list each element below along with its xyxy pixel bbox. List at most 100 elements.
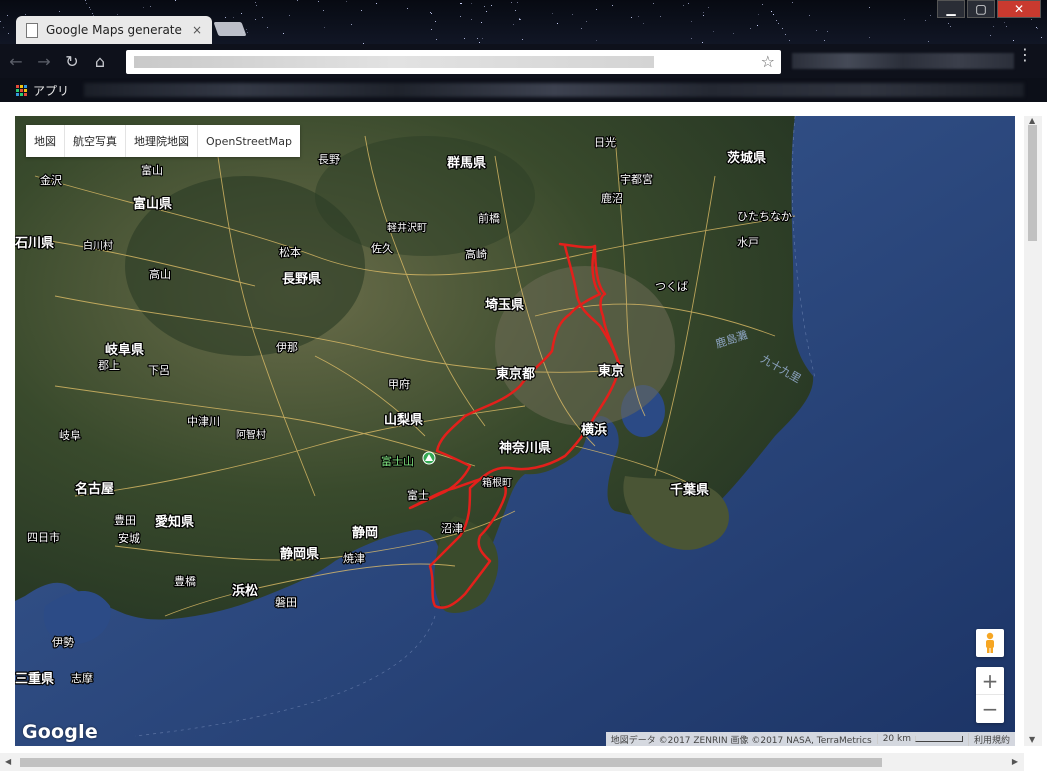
scroll-up-icon[interactable]: ▲ <box>1029 116 1035 125</box>
map-imagery: 群馬県 茨城県 日光 宇都宮 鹿沼 前橋 ひたちなか 水戸 軽井沢町 高崎 佐久… <box>15 116 1015 746</box>
star-dot <box>431 29 432 30</box>
vertical-scroll-thumb[interactable] <box>1028 125 1037 241</box>
label-hitachinaka: ひたちなか <box>737 210 792 223</box>
apps-shortcut[interactable]: アプリ <box>16 82 69 99</box>
star-dot <box>1006 26 1007 27</box>
star-dot <box>782 28 783 29</box>
star-dot <box>778 23 779 24</box>
star-dot <box>0 21 1 22</box>
horizontal-scroll-thumb[interactable] <box>20 758 882 767</box>
new-tab-button[interactable] <box>213 22 247 36</box>
star-dot <box>785 34 786 35</box>
scale-control[interactable]: 20 km <box>876 734 968 744</box>
back-icon[interactable]: ← <box>4 49 28 73</box>
star-dot <box>869 7 870 8</box>
star-dot <box>1036 27 1037 28</box>
zoom-in-button[interactable]: + <box>976 667 1004 694</box>
star-dot <box>683 5 684 6</box>
bookmarks-bar: アプリ <box>0 78 1047 102</box>
star-dot <box>758 14 759 15</box>
zoom-out-button[interactable]: − <box>976 695 1004 722</box>
map-type-gsi[interactable]: 地理院地図 <box>126 125 198 157</box>
star-dot <box>773 14 774 15</box>
scroll-left-icon[interactable]: ◀ <box>5 757 11 766</box>
maximize-button[interactable]: ▢ <box>967 0 995 18</box>
star-dot <box>471 19 472 20</box>
star-dot <box>827 31 828 32</box>
scroll-right-icon[interactable]: ▶ <box>1012 757 1018 766</box>
star-dot <box>596 40 597 41</box>
map-canvas[interactable]: 群馬県 茨城県 日光 宇都宮 鹿沼 前橋 ひたちなか 水戸 軽井沢町 高崎 佐久… <box>15 116 1015 746</box>
label-chiba: 千葉県 <box>670 482 709 498</box>
minimize-button[interactable]: ▁ <box>937 0 965 18</box>
star-dot <box>255 19 256 20</box>
star-dot <box>691 21 692 22</box>
star-dot <box>175 0 176 1</box>
map-type-roadmap[interactable]: 地図 <box>26 125 65 157</box>
star-dot <box>283 33 284 34</box>
star-dot <box>241 13 242 14</box>
label-takayama: 高山 <box>149 267 171 281</box>
address-blur <box>134 56 654 68</box>
apps-label: アプリ <box>33 83 70 98</box>
star-dot <box>297 0 298 1</box>
star-dot <box>572 14 573 15</box>
star-dot <box>515 10 516 11</box>
map-type-osm[interactable]: OpenStreetMap <box>198 125 300 157</box>
label-yokohama: 横浜 <box>581 422 607 438</box>
close-window-button[interactable]: ✕ <box>997 0 1041 18</box>
label-shizuoka-pref: 静岡県 <box>280 546 319 562</box>
star-dot <box>925 20 926 21</box>
bookmark-star-icon[interactable]: ☆ <box>761 52 775 71</box>
star-dot <box>247 32 248 33</box>
star-dot <box>1041 37 1042 38</box>
home-icon[interactable]: ⌂ <box>88 49 112 73</box>
star-dot <box>324 27 325 28</box>
browser-toolbar: ← → ↻ ⌂ ☆ ⋮ <box>0 44 1047 78</box>
star-dot <box>246 29 247 30</box>
star-dot <box>323 10 324 11</box>
label-toyama-city: 富山 <box>141 163 163 177</box>
star-dot <box>809 15 810 16</box>
star-dot <box>482 38 483 39</box>
star-dot <box>816 30 817 31</box>
label-ina: 伊那 <box>276 341 298 354</box>
star-dot <box>407 8 408 9</box>
star-dot <box>1031 19 1032 20</box>
star-dot <box>750 28 751 29</box>
menu-icon[interactable]: ⋮ <box>1017 47 1033 63</box>
label-gero: 下呂 <box>148 364 170 377</box>
forward-icon[interactable]: → <box>32 49 56 73</box>
zoom-control: + − <box>976 667 1004 723</box>
star-dot <box>90 9 91 10</box>
reload-icon[interactable]: ↻ <box>60 49 84 73</box>
star-dot <box>638 16 639 17</box>
tab-close-icon[interactable]: × <box>182 23 212 37</box>
star-dot <box>596 9 597 10</box>
browser-tab[interactable]: Google Maps generate × <box>16 16 212 44</box>
street-view-pegman[interactable] <box>976 629 1004 657</box>
scroll-down-icon[interactable]: ▼ <box>1029 735 1035 744</box>
label-hamamatsu: 浜松 <box>232 583 258 599</box>
horizontal-scrollbar[interactable]: ◀ ▶ <box>0 753 1024 771</box>
star-dot <box>481 22 482 23</box>
star-dot <box>460 16 461 17</box>
star-dot <box>8 33 9 34</box>
attribution-text: 地図データ ©2017 ZENRIN 画像 ©2017 NASA, TerraM… <box>610 735 872 746</box>
star-dot <box>517 2 518 3</box>
map-type-satellite[interactable]: 航空写真 <box>65 125 126 157</box>
star-dot <box>660 16 661 17</box>
star-dot <box>824 40 825 41</box>
label-fujisan: 富士山 <box>381 454 414 468</box>
star-dot <box>586 21 587 22</box>
label-gifu-pref: 岐阜県 <box>105 342 144 358</box>
star-dot <box>318 1 319 2</box>
star-dot <box>631 17 632 18</box>
star-dot <box>267 27 268 28</box>
label-karuizawa: 軽井沢町 <box>387 221 427 234</box>
star-dot <box>513 24 514 25</box>
terms-link[interactable]: 利用規約 <box>967 732 1015 746</box>
label-tokyo-to: 東京都 <box>496 366 535 382</box>
address-bar[interactable]: ☆ <box>126 50 781 74</box>
vertical-scrollbar[interactable]: ▲ ▼ <box>1024 116 1042 746</box>
